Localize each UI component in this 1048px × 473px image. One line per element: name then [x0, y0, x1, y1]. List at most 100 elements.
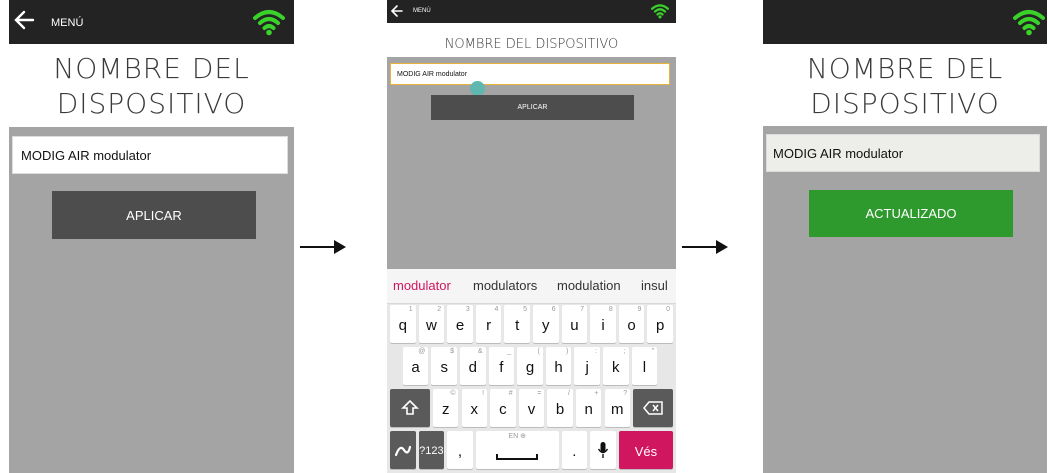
key-label: w: [425, 317, 437, 335]
swype-key[interactable]: [390, 431, 416, 469]
key-label: u: [570, 317, 579, 335]
flow-arrow-1: [300, 240, 346, 254]
back-arrow-icon[interactable]: [390, 3, 404, 19]
space-key[interactable]: EN ⊕: [475, 431, 559, 469]
go-key[interactable]: Vés: [618, 431, 673, 469]
key-label: l: [642, 359, 647, 377]
apply-button[interactable]: APLICAR: [431, 95, 634, 120]
key-l[interactable]: " l: [631, 347, 658, 385]
key-label: c: [499, 401, 507, 419]
screen-3: NOMBRE DEL DISPOSITIVO MODIG AIR modulat…: [763, 0, 1047, 473]
key-w[interactable]: 2w: [418, 305, 445, 343]
key-y[interactable]: 6y: [533, 305, 559, 343]
suggestion-bar: modulator modulators modulation insul: [387, 269, 676, 304]
key-o[interactable]: 9o: [618, 305, 645, 343]
key-j[interactable]: :j: [574, 347, 600, 385]
title-area: NOMBRE DEL DISPOSITIVO: [763, 44, 1047, 126]
key-n[interactable]: + n: [575, 389, 602, 427]
key-label: z: [441, 401, 450, 419]
microphone-key[interactable]: [590, 431, 616, 469]
key-a[interactable]: @ a: [402, 347, 429, 385]
key-r[interactable]: 4r: [475, 305, 502, 343]
period-key[interactable]: .: [561, 431, 588, 469]
numbers-key[interactable]: ?123: [418, 431, 445, 469]
key-b[interactable]: / b: [547, 389, 573, 427]
menu-label[interactable]: MENÚ: [51, 17, 83, 29]
back-arrow-icon[interactable]: [13, 6, 37, 34]
suggestion-2[interactable]: modulators: [473, 278, 537, 293]
suggestion-3[interactable]: modulation: [557, 278, 621, 293]
key-hint: _: [507, 348, 512, 355]
key-label: y: [542, 317, 550, 335]
device-name-input[interactable]: MODIG AIR modulator: [390, 63, 670, 85]
key-x[interactable]: ! x: [461, 389, 488, 427]
page-title-line-2: DISPOSITIVO: [56, 87, 247, 120]
title-area: NOMBRE DEL DISPOSITIVO: [9, 44, 294, 127]
screen-2: MENÚ NOMBRE DEL DISPOSITIVO MODIG AIR mo…: [387, 0, 676, 473]
key-label: d: [468, 359, 477, 377]
key-label: a: [411, 359, 420, 377]
key-hint: =: [537, 390, 542, 397]
key-hint: !: [482, 390, 485, 397]
key-i[interactable]: 8i: [590, 305, 616, 343]
key-e[interactable]: 3e: [447, 305, 473, 343]
key-label: Vés: [634, 444, 658, 459]
space-bar-glyph: [496, 454, 538, 460]
key-hint: ;: [623, 348, 626, 355]
key-hint: 8: [608, 306, 613, 313]
suggestion-4[interactable]: insul: [641, 278, 668, 293]
key-label: h: [554, 359, 563, 377]
shift-key[interactable]: [390, 389, 430, 427]
key-c[interactable]: # c: [490, 389, 516, 427]
key-d[interactable]: & d: [460, 347, 486, 385]
key-label: t: [515, 317, 520, 335]
comma-key[interactable]: ,: [447, 431, 473, 469]
key-label: s: [440, 359, 448, 377]
key-label: ,: [457, 443, 463, 461]
device-name-input[interactable]: MODIG AIR modulator: [12, 136, 288, 174]
suggestion-1[interactable]: modulator: [393, 278, 451, 293]
apply-button[interactable]: APLICAR: [52, 191, 256, 239]
key-hint: ): [566, 348, 569, 355]
key-hint: :: [595, 348, 597, 355]
key-f[interactable]: _ f: [488, 347, 515, 385]
key-label: q: [398, 317, 407, 335]
menu-label[interactable]: MENÚ: [413, 8, 431, 14]
key-s[interactable]: $ s: [431, 347, 457, 385]
key-hint: 0: [666, 306, 670, 313]
key-q[interactable]: 1q: [390, 305, 416, 343]
key-label: e: [455, 317, 465, 335]
key-k[interactable]: ; k: [603, 347, 629, 385]
swype-icon: [394, 445, 411, 457]
key-label: k: [612, 359, 620, 377]
key-hint: @: [418, 348, 426, 355]
key-label: o: [627, 317, 636, 335]
updated-button[interactable]: ACTUALIZADO: [809, 190, 1013, 237]
backspace-key[interactable]: [633, 389, 673, 427]
key-v[interactable]: = v: [518, 389, 545, 427]
key-m[interactable]: ? m: [604, 389, 631, 427]
key-u[interactable]: 7u: [561, 305, 588, 343]
key-hint: 2: [437, 306, 442, 313]
key-hint: ?: [623, 390, 628, 397]
key-z[interactable]: © z: [432, 389, 459, 427]
flow-arrow-2: [682, 240, 728, 254]
page-title: NOMBRE DEL DISPOSITIVO: [444, 37, 619, 52]
top-bar: [763, 0, 1047, 44]
key-h[interactable]: ) h: [545, 347, 572, 385]
key-hint: 6: [551, 306, 556, 313]
key-label: f: [499, 359, 504, 377]
key-label: v: [527, 401, 536, 419]
key-label: b: [555, 401, 565, 419]
key-label: i: [601, 317, 605, 335]
key-t[interactable]: 5t: [504, 305, 530, 343]
key-hint: (: [537, 348, 540, 355]
key-hint: +: [594, 390, 599, 397]
key-p[interactable]: 0p: [647, 305, 673, 343]
key-label: r: [486, 317, 492, 335]
page-title-line-2: DISPOSITIVO: [810, 87, 1000, 120]
device-name-input[interactable]: MODIG AIR modulator: [766, 134, 1040, 172]
backspace-icon: [643, 401, 663, 415]
text-cursor-handle[interactable]: [470, 81, 485, 96]
key-g[interactable]: (g: [517, 347, 543, 385]
